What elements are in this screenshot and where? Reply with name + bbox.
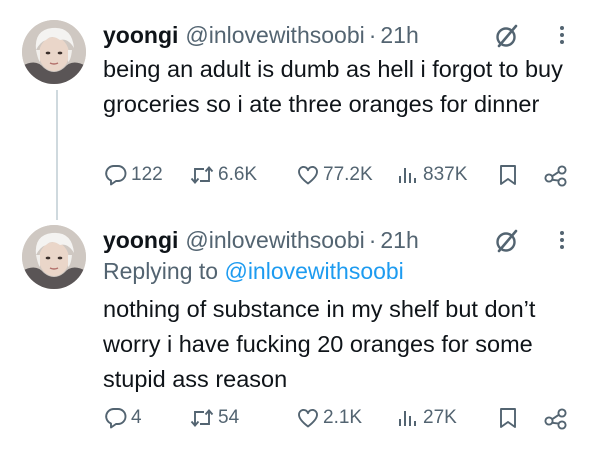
tweet-thread: yoongi @inlovewithsoobi · 21h being an a… [0,0,599,453]
grok-slash-circle-icon[interactable] [493,227,521,255]
replying-to: Replying to @inlovewithsoobi [103,258,404,285]
speech-bubble-icon [105,165,127,186]
avatar-photo [22,225,86,289]
tweet-actions: 4 54 2.1K 27K [0,403,599,433]
reply-count: 122 [131,164,163,185]
timestamp[interactable]: 21h [380,227,418,254]
repost-button[interactable]: 54 [189,403,239,433]
repost-arrows-icon [190,409,214,427]
separator-dot: · [368,21,377,48]
like-count: 77.2K [323,164,373,185]
views-button[interactable]: 837K [396,160,467,190]
author-handle[interactable]: @inlovewithsoobi [185,22,364,49]
author-name[interactable]: yoongi [103,22,178,49]
views-button[interactable]: 27K [396,403,457,433]
bookmark-button[interactable] [497,403,519,433]
reply-count: 4 [131,407,142,428]
bookmark-icon [500,165,516,185]
author-handle[interactable]: @inlovewithsoobi [185,227,364,254]
reply-button[interactable]: 122 [104,160,163,190]
tweet-header: yoongi @inlovewithsoobi · 21h [103,20,419,50]
share-icon [544,408,567,430]
like-button[interactable]: 77.2K [296,160,373,190]
repost-arrows-icon [190,166,214,184]
repost-count: 54 [218,407,240,428]
heart-icon [298,409,318,428]
vertical-dots-icon[interactable] [553,20,571,50]
vertical-dots-icon[interactable] [553,225,571,255]
share-icon [544,165,567,187]
avatar[interactable] [22,20,86,84]
tweet[interactable]: yoongi @inlovewithsoobi · 21h being an a… [0,0,599,205]
views-count: 27K [423,407,457,428]
speech-bubble-icon [105,408,127,429]
views-count: 837K [423,164,468,185]
bar-chart-icon [399,411,416,426]
avatar-photo [22,20,86,84]
replying-mention-link[interactable]: @inlovewithsoobi [224,258,403,284]
avatar[interactable] [22,225,86,289]
tweet[interactable]: yoongi @inlovewithsoobi · 21h Replying t… [0,205,599,453]
tweet-text: nothing of substance in my shelf but don… [103,296,536,392]
heart-icon [298,166,318,185]
repost-button[interactable]: 6.6K [189,160,257,190]
tweet-text: being an adult is dumb as hell i forgot … [103,56,563,117]
like-count: 2.1K [323,407,363,428]
author-name[interactable]: yoongi [103,227,178,254]
share-button[interactable] [543,403,569,433]
bar-chart-icon [399,168,416,183]
bookmark-button[interactable] [497,160,519,190]
separator-dot: · [368,226,377,253]
like-button[interactable]: 2.1K [296,403,362,433]
replying-label: Replying to [103,258,219,284]
share-button[interactable] [543,160,569,190]
reply-button[interactable]: 4 [104,403,142,433]
tweet-header: yoongi @inlovewithsoobi · 21h [103,225,419,255]
tweet-actions: 122 6.6K 77.2K 837K [0,160,599,190]
timestamp[interactable]: 21h [380,22,418,49]
bookmark-icon [500,408,516,428]
repost-count: 6.6K [218,164,258,185]
grok-slash-circle-icon[interactable] [493,22,521,50]
